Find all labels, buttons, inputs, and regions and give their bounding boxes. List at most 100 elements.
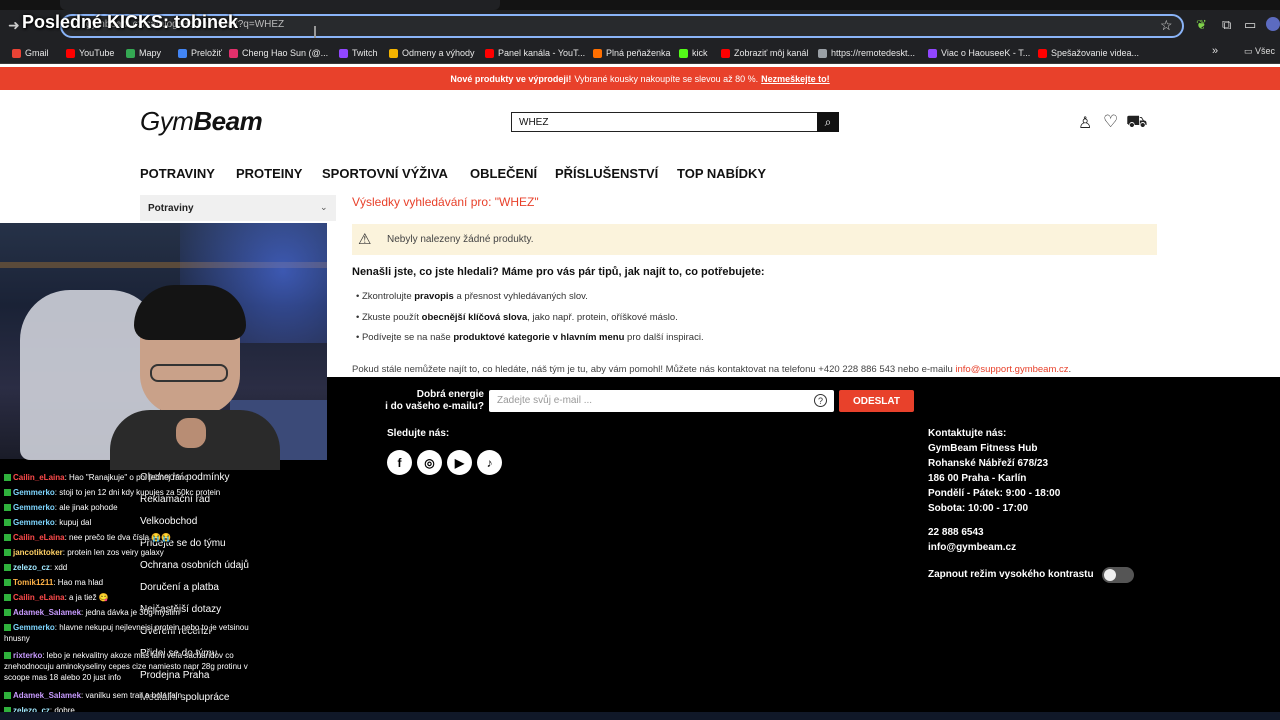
chat-text: : jedna dávka je 30g myslim bbox=[81, 608, 180, 617]
nav-item[interactable]: OBLEČENÍ bbox=[470, 166, 537, 181]
newsletter-label-line2: i do vašeho e-mailu? bbox=[385, 401, 484, 412]
search-icon[interactable]: ⌕ bbox=[817, 112, 839, 132]
help-icon[interactable]: ? bbox=[814, 394, 827, 407]
nav-item[interactable]: SPORTOVNÍ VÝŽIVA bbox=[322, 166, 448, 181]
profile-avatar[interactable] bbox=[1266, 17, 1280, 31]
promo-text: Vybrané kousky nakoupíte se slevou až 80… bbox=[574, 73, 759, 84]
bookmark-item[interactable]: YouTube bbox=[66, 46, 114, 60]
bookmark-label: Preložiť bbox=[191, 48, 222, 58]
bookmark-favicon-icon bbox=[126, 48, 135, 58]
tip-item: • Zkontrolujte pravopis a přesnost vyhle… bbox=[356, 291, 588, 302]
chat-username: Adamek_Salamek bbox=[13, 691, 82, 700]
bookmark-folder-all[interactable]: ▭ Všec bbox=[1244, 46, 1275, 57]
newsletter-submit-button[interactable]: ODESLAT bbox=[839, 390, 914, 412]
bookmark-item[interactable]: Viac o HaouseeK - T... bbox=[928, 46, 1030, 60]
toggle-knob bbox=[1104, 569, 1116, 581]
chevron-right-icon[interactable]: » bbox=[1212, 45, 1218, 57]
chat-message: Cailin_eLaina: Hao "Ranajkuje" o pol jed… bbox=[4, 472, 262, 483]
star-icon[interactable]: ☆ bbox=[1160, 17, 1173, 34]
webcam-hand bbox=[176, 418, 206, 448]
basket-icon[interactable]: ⛟ bbox=[1126, 112, 1147, 134]
contact-email[interactable]: info@gymbeam.cz bbox=[928, 542, 1016, 553]
contact-line: GymBeam Fitness Hub bbox=[928, 443, 1038, 454]
chat-message: Adamek_Salamek: vanilku sem trail a bola… bbox=[4, 690, 262, 701]
chat-text: : a ja tiež 😋 bbox=[64, 593, 109, 602]
facebook-icon[interactable]: f bbox=[387, 450, 412, 475]
bookmark-favicon-icon bbox=[485, 48, 494, 58]
bookmark-item[interactable]: https://remotedeskt... bbox=[818, 46, 915, 60]
bookmark-item[interactable]: Panel kanála - YouT... bbox=[485, 46, 585, 60]
category-filter[interactable]: Potraviny bbox=[140, 195, 336, 221]
user-icon[interactable]: ♙ bbox=[1078, 113, 1092, 133]
heart-icon[interactable]: ♡ bbox=[1103, 112, 1118, 132]
bookmark-item[interactable]: Zobraziť môj kanál bbox=[721, 46, 808, 60]
chat-text: : stoji to jen 12 dni kdy kupujes za 50k… bbox=[54, 488, 221, 497]
tip-text: Podívejte se na naše bbox=[361, 332, 454, 343]
bookmark-item[interactable]: kick bbox=[679, 46, 708, 60]
nav-item[interactable]: PŘÍSLUŠENSTVÍ bbox=[555, 166, 658, 181]
gymbeam-logo[interactable]: GymBeam bbox=[140, 106, 263, 137]
tip-text-end: a přesnost vyhledávaných slov. bbox=[453, 291, 588, 302]
bookmark-favicon-icon bbox=[721, 48, 730, 58]
instagram-icon[interactable]: ◎ bbox=[417, 450, 442, 475]
contrast-label: Zapnout režim vysokého kontrastu bbox=[928, 569, 1094, 580]
notice-text: Nebyly nalezeny žádné produkty. bbox=[387, 234, 534, 245]
chat-message: rixterko: lebo je nekvalitny akoze mas t… bbox=[4, 650, 262, 683]
taskbar bbox=[0, 712, 1280, 720]
active-tab[interactable] bbox=[60, 0, 500, 10]
chat-username: Cailin_eLaina bbox=[13, 593, 65, 602]
newsletter-label: Dobrá energie i do vašeho e-mailu? bbox=[380, 389, 484, 413]
chat-username: Cailin_eLaina bbox=[13, 473, 65, 482]
bookmark-label: Plná peňaženka bbox=[606, 48, 671, 58]
chat-message: zelezo_cz: xdd bbox=[4, 562, 262, 573]
promo-link[interactable]: Nezmeškejte to! bbox=[761, 74, 830, 84]
bookmark-favicon-icon bbox=[389, 48, 398, 58]
chat-username: Gemmerko bbox=[13, 488, 55, 497]
logo-beam: Beam bbox=[193, 106, 263, 136]
newsletter-email-input[interactable]: Zadejte svůj e-mail ... bbox=[489, 390, 834, 412]
nav-item[interactable]: POTRAVINY bbox=[140, 166, 215, 181]
bookmark-item[interactable]: Preložiť bbox=[178, 46, 222, 60]
side-panel-icon[interactable]: ▭ bbox=[1244, 17, 1256, 33]
chat-message: Gemmerko: kupuj dal bbox=[4, 517, 262, 528]
kick-badge-icon bbox=[4, 624, 11, 632]
newsletter-label-line1: Dobrá energie bbox=[416, 389, 484, 400]
chat-message: Gemmerko: ale jinak pohode bbox=[4, 502, 262, 513]
bookmark-item[interactable]: Cheng Hao Sun (@... bbox=[229, 46, 328, 60]
extension-leaf-icon[interactable]: ❦ bbox=[1196, 17, 1207, 33]
chat-text: : ale jinak pohode bbox=[54, 503, 118, 512]
kick-badge-icon bbox=[4, 504, 11, 512]
nav-item[interactable]: TOP NABÍDKY bbox=[677, 166, 766, 181]
bookmark-favicon-icon bbox=[593, 48, 602, 58]
bookmark-item[interactable]: Odmeny a výhody bbox=[389, 46, 475, 60]
contact-line: Sobota: 10:00 - 17:00 bbox=[928, 503, 1029, 514]
tiktok-icon[interactable]: ♪ bbox=[477, 450, 502, 475]
kick-badge-icon bbox=[4, 692, 11, 700]
chat-username: Adamek_Salamek bbox=[13, 608, 82, 617]
tip-item: • Zkuste použít obecnější klíčová slova,… bbox=[356, 312, 678, 323]
back-arrow-icon[interactable]: ➜ bbox=[8, 17, 20, 34]
chat-username: rixterko bbox=[13, 651, 43, 660]
bookmark-item[interactable]: Twitch bbox=[339, 46, 378, 60]
chat-username: Gemmerko bbox=[13, 623, 55, 632]
puzzle-icon[interactable]: ⧉ bbox=[1222, 17, 1231, 33]
contact-end: . bbox=[1068, 364, 1072, 375]
support-email-link[interactable]: info@support.gymbeam.cz bbox=[955, 364, 1068, 375]
tip-text: Zkuste použít bbox=[361, 312, 422, 323]
youtube-icon[interactable]: ▶ bbox=[447, 450, 472, 475]
chevron-down-icon[interactable]: ⌄ bbox=[320, 202, 328, 213]
bookmark-item[interactable]: Spešažovanie videa... bbox=[1038, 46, 1139, 60]
chat-text: : xdd bbox=[49, 563, 68, 572]
promo-lead: Nové produkty ve výprodeji! bbox=[450, 73, 572, 84]
search-input[interactable]: WHEZ bbox=[511, 112, 818, 132]
nav-item[interactable]: PROTEINY bbox=[236, 166, 302, 181]
tip-text: Zkontrolujte bbox=[361, 291, 415, 302]
contact-phone[interactable]: 22 888 6543 bbox=[928, 527, 984, 538]
bookmark-item[interactable]: Gmail bbox=[12, 46, 49, 60]
chat-text: : Hao "Ranajkuje" o pol jednej ráno bbox=[64, 473, 189, 482]
bookmark-item[interactable]: Mapy bbox=[126, 46, 161, 60]
bookmark-favicon-icon bbox=[229, 48, 238, 58]
bookmark-item[interactable]: Plná peňaženka bbox=[593, 46, 671, 60]
promo-bar: Nové produkty ve výprodeji! Vybrané kous… bbox=[0, 67, 1280, 90]
bookmark-label: Mapy bbox=[139, 48, 162, 58]
